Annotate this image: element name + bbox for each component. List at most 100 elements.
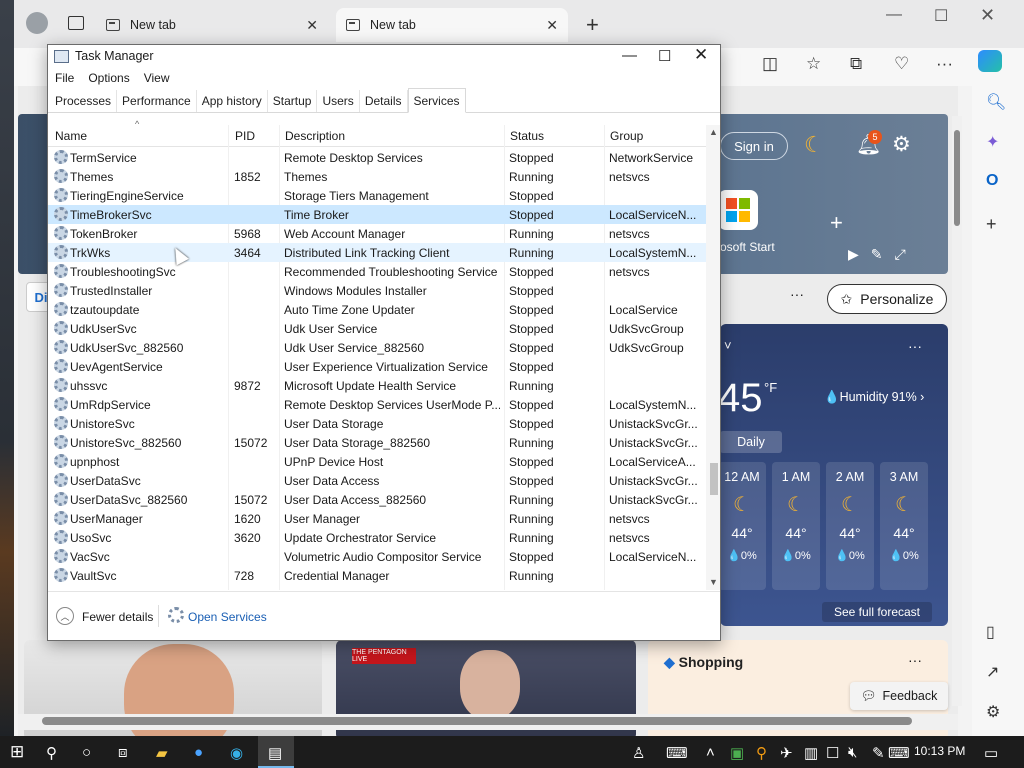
collections-icon[interactable]: ⧉: [850, 54, 862, 74]
table-row[interactable]: UnistoreSvc User Data Storage Stopped Unist…: [48, 414, 706, 433]
open-services-link[interactable]: Open Services: [188, 610, 267, 624]
shopping-more-icon[interactable]: ···: [908, 652, 922, 668]
table-row[interactable]: UdkUserSvc Udk User Service Stopped UdkSvcG…: [48, 319, 706, 338]
title-bar[interactable]: Task Manager: [48, 45, 720, 67]
more-icon[interactable]: ···: [936, 54, 953, 74]
menu-view[interactable]: View: [144, 71, 170, 85]
maximize-icon[interactable]: ☐: [934, 6, 948, 26]
settings-icon[interactable]: ⚙: [986, 702, 1000, 722]
close-icon[interactable]: ✕: [694, 45, 708, 65]
outlook-icon[interactable]: O: [986, 172, 998, 190]
tab-new-tab-2[interactable]: New tab ✕: [336, 8, 568, 42]
new-tab-button[interactable]: +: [586, 12, 599, 38]
media-controls[interactable]: ▶✎⤢: [848, 246, 918, 263]
personalize-button[interactable]: ✩ Personalize: [827, 284, 947, 314]
app-icon[interactable]: ●: [194, 744, 203, 761]
hide-sidebar-icon[interactable]: ▯: [986, 622, 995, 642]
tab-startup[interactable]: Startup: [268, 90, 318, 112]
tab-details[interactable]: Details: [360, 90, 408, 112]
keyboard-icon[interactable]: ⌨: [666, 744, 688, 762]
close-tab-icon[interactable]: ✕: [306, 17, 318, 34]
pen-icon[interactable]: ✎: [872, 744, 885, 762]
tray-icon[interactable]: ▥: [804, 744, 818, 762]
search-icon[interactable]: ⚲: [46, 744, 57, 762]
feedback-button[interactable]: 💬︎ Feedback: [850, 682, 948, 710]
list-scrollbar[interactable]: [706, 125, 720, 590]
table-row[interactable]: UnistoreSvc_882560 15072 User Data Storage…: [48, 433, 706, 452]
search-tray-icon[interactable]: ⚲: [756, 744, 767, 762]
minimize-icon[interactable]: —: [622, 47, 637, 64]
tab-performance[interactable]: Performance: [117, 90, 197, 112]
table-row[interactable]: TroubleshootingSvc Recommended Troublesho…: [48, 262, 706, 281]
notifications-icon[interactable]: ▭: [984, 744, 998, 762]
tab-actions-icon[interactable]: [68, 16, 84, 30]
start-button[interactable]: ⊞: [10, 742, 24, 762]
scroll-up-icon[interactable]: ▲: [709, 127, 718, 137]
column-pid[interactable]: PID: [235, 129, 255, 143]
microsoft-start-logo[interactable]: [718, 190, 758, 230]
table-row[interactable]: TrkWks 3464 Distributed Link Tracking Clie…: [48, 243, 706, 262]
table-row[interactable]: UserDataSvc_882560 15072 User Data Access_…: [48, 490, 706, 509]
table-row[interactable]: TimeBrokerSvc Time Broker Stopped LocalServ…: [48, 205, 706, 224]
cortana-icon[interactable]: ○: [82, 744, 91, 761]
scroll-down-icon[interactable]: ▼: [709, 577, 718, 587]
copilot-sidebar-icon[interactable]: ✦: [986, 132, 999, 152]
tray-icon[interactable]: ✈: [780, 744, 793, 762]
close-window-icon[interactable]: ✕: [980, 5, 995, 26]
touch-keyboard-icon[interactable]: ⌨: [888, 744, 910, 762]
split-screen-icon[interactable]: ◫: [762, 54, 778, 74]
weather-daily-tab[interactable]: Daily: [720, 431, 782, 453]
favorites-icon[interactable]: ☆: [806, 54, 821, 74]
clock[interactable]: 10:13 PM: [914, 744, 965, 758]
page-scrollbar-thumb[interactable]: [954, 130, 960, 226]
page-settings-icon[interactable]: ⚙: [892, 132, 911, 157]
maximize-icon[interactable]: ☐: [658, 47, 671, 65]
list-scrollbar-thumb[interactable]: [710, 463, 718, 495]
more-options-icon[interactable]: ···: [790, 286, 804, 302]
table-row[interactable]: UevAgentService User Experience Virtualiz…: [48, 357, 706, 376]
fewer-details-link[interactable]: Fewer details: [82, 610, 153, 624]
browser-essentials-icon[interactable]: ♡: [894, 54, 909, 74]
chevron-down-icon[interactable]: ˅: [724, 338, 732, 353]
open-external-icon[interactable]: ↗: [986, 662, 999, 682]
weather-more-icon[interactable]: ···: [908, 338, 922, 354]
table-row[interactable]: upnphost UPnP Device Host Stopped LocalServ…: [48, 452, 706, 471]
table-row[interactable]: UserManager 1620 User Manager Running netsvc…: [48, 509, 706, 528]
tab-users[interactable]: Users: [317, 90, 360, 112]
tab-new-tab-1[interactable]: New tab ✕: [96, 8, 328, 42]
search-icon[interactable]: 🔍︎: [986, 92, 1006, 112]
horizontal-scrollbar-thumb[interactable]: [42, 717, 912, 725]
table-row[interactable]: TieringEngineService Storage Tiers Manage…: [48, 186, 706, 205]
table-row[interactable]: tzautoupdate Auto Time Zone Updater Stoppe…: [48, 300, 706, 319]
see-full-forecast-link[interactable]: See full forecast: [822, 602, 932, 622]
column-name[interactable]: Name: [55, 129, 87, 143]
table-row[interactable]: TrustedInstaller Windows Modules Installe…: [48, 281, 706, 300]
theme-moon-icon[interactable]: ☾: [804, 132, 824, 158]
column-description[interactable]: Description: [285, 129, 345, 143]
table-row[interactable]: UmRdpService Remote Desktop Services User…: [48, 395, 706, 414]
close-tab-icon[interactable]: ✕: [546, 17, 558, 34]
table-row[interactable]: uhssvc 9872 Microsoft Update Health Servic…: [48, 376, 706, 395]
edge-icon[interactable]: ◉: [230, 744, 243, 762]
column-group[interactable]: Group: [610, 129, 643, 143]
tab-services[interactable]: Services: [407, 88, 466, 113]
table-row[interactable]: UsoSvc 3620 Update Orchestrator Service Run…: [48, 528, 706, 547]
task-view-icon[interactable]: ⧈: [118, 744, 128, 761]
tab-app-history[interactable]: App history: [197, 90, 268, 112]
profile-avatar[interactable]: [26, 12, 48, 34]
table-row[interactable]: VaultSvc 728 Credential Manager Running: [48, 566, 706, 585]
add-shortcut-icon[interactable]: +: [830, 210, 843, 236]
column-status[interactable]: Status: [510, 129, 544, 143]
menu-options[interactable]: Options: [88, 71, 129, 85]
tray-app-icon[interactable]: ▣: [730, 744, 744, 762]
table-row[interactable]: UdkUserSvc_882560 Udk User Service_882560…: [48, 338, 706, 357]
volume-muted-icon[interactable]: 🔇︎: [848, 744, 857, 761]
table-row[interactable]: UserDataSvc User Data Access Stopped Unista…: [48, 471, 706, 490]
tab-processes[interactable]: Processes: [50, 90, 118, 112]
table-row[interactable]: TokenBroker 5968 Web Account Manager Runnin…: [48, 224, 706, 243]
menu-file[interactable]: File: [55, 71, 74, 85]
chevron-up-icon[interactable]: ︿: [56, 607, 74, 625]
sign-in-button[interactable]: Sign in: [720, 132, 788, 160]
chevron-up-icon[interactable]: ˄: [706, 744, 715, 761]
minimize-icon[interactable]: —: [886, 6, 902, 24]
